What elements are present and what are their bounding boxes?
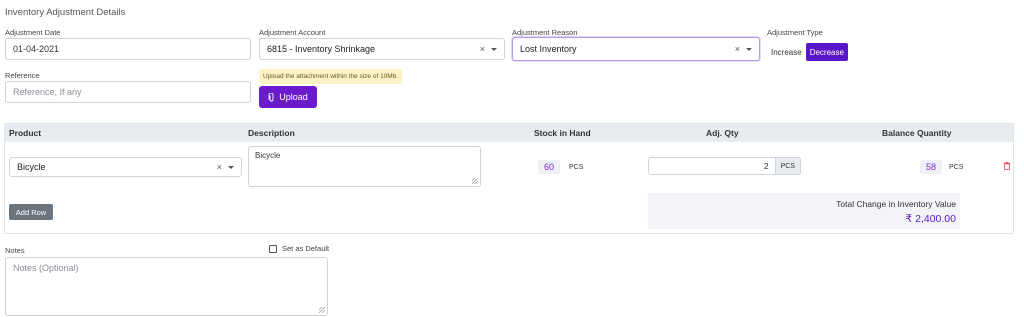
stock-unit: PCS	[569, 163, 584, 171]
increase-option[interactable]: Increase	[767, 43, 806, 61]
adjustment-type-toggle: Increase Decrease	[767, 43, 848, 61]
description-textarea[interactable]: Bicycle	[248, 146, 481, 187]
adj-qty-input[interactable]: 2 PCS	[648, 157, 801, 175]
clear-icon[interactable]: ×	[735, 44, 740, 54]
adjustment-date-label: Adjustment Date	[5, 28, 61, 37]
header-description: Description	[248, 128, 295, 138]
delete-row-icon[interactable]	[1004, 162, 1010, 172]
reference-placeholder: Reference, If any	[13, 87, 82, 97]
upload-button-label: Upload	[279, 92, 308, 102]
header-product: Product	[9, 128, 42, 138]
notes-textarea[interactable]: Notes (Optional)	[5, 257, 328, 316]
set-default-label: Set as Default	[282, 244, 330, 253]
resize-handle[interactable]	[472, 178, 478, 184]
add-row-button[interactable]: Add Row	[9, 204, 53, 220]
chevron-down-icon	[228, 165, 234, 169]
set-default-control[interactable]: Set as Default	[269, 244, 329, 253]
adjustment-date-input[interactable]: 01-04-2021	[5, 38, 251, 60]
total-change-label: Total Change in Inventory Value	[836, 199, 956, 209]
product-table: Product Description Stock in Hand Adj. Q…	[4, 123, 1014, 234]
section-title: Inventory Adjustment Details	[5, 7, 126, 18]
chevron-down-icon	[746, 47, 752, 51]
total-change-box: Total Change in Inventory Value ₹ 2,400.…	[648, 193, 960, 229]
chevron-down-icon	[491, 47, 497, 51]
product-value: Bicycle	[17, 162, 46, 172]
decrease-option[interactable]: Decrease	[805, 43, 848, 61]
clear-icon[interactable]: ×	[217, 162, 222, 172]
table-header: Product Description Stock in Hand Adj. Q…	[5, 124, 1013, 142]
upload-button[interactable]: Upload	[259, 86, 317, 108]
adjustment-type-label: Adjustment Type	[767, 28, 823, 37]
header-balance-quantity: Balance Quantity	[882, 128, 952, 138]
stock-in-hand-value: 60	[538, 160, 560, 174]
adjustment-account-label: Adjustment Account	[259, 28, 326, 37]
notes-label: Notes	[5, 246, 25, 255]
adjustment-account-value: 6815 - Inventory Shrinkage	[267, 44, 376, 54]
balance-value: 58	[920, 160, 942, 174]
notes-placeholder: Notes (Optional)	[13, 263, 79, 273]
set-default-checkbox[interactable]	[269, 244, 277, 253]
paperclip-icon	[268, 92, 274, 101]
header-adj-qty: Adj. Qty	[706, 128, 739, 138]
reference-input[interactable]: Reference, If any	[5, 81, 251, 103]
balance-cell: 58 PCS	[920, 160, 963, 174]
adj-qty-unit: PCS	[774, 158, 800, 174]
resize-handle[interactable]	[319, 307, 325, 313]
adjustment-reason-label: Adjustment Reason	[512, 28, 578, 37]
adjustment-account-select[interactable]: 6815 - Inventory Shrinkage ×	[259, 38, 505, 60]
reference-label: Reference	[5, 71, 40, 80]
total-change-value: ₹ 2,400.00	[905, 213, 956, 225]
adj-qty-value: 2	[763, 161, 769, 171]
header-stock-in-hand: Stock in Hand	[534, 128, 591, 138]
clear-icon[interactable]: ×	[480, 44, 485, 54]
upload-hint: Upload the attachment within the size of…	[259, 69, 403, 84]
adjustment-reason-select[interactable]: Lost Inventory ×	[512, 37, 760, 61]
adjustment-date-value: 01-04-2021	[13, 44, 60, 54]
stock-in-hand-cell: 60 PCS	[538, 160, 583, 174]
description-value: Bicycle	[255, 151, 281, 160]
product-select[interactable]: Bicycle ×	[9, 157, 242, 177]
balance-unit: PCS	[949, 163, 964, 171]
adjustment-reason-value: Lost Inventory	[520, 44, 577, 54]
